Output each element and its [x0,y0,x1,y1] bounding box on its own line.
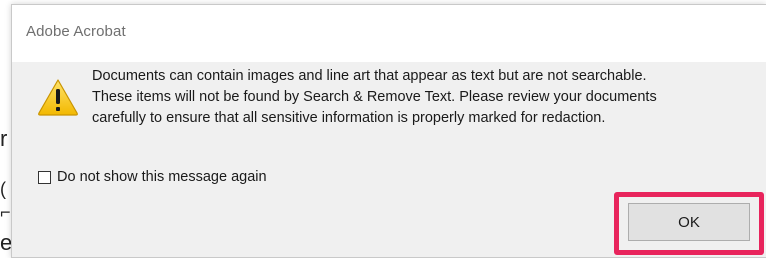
message-line: Documents can contain images and line ar… [92,68,647,84]
dialog-message: Documents can contain images and line ar… [92,66,752,129]
ok-button[interactable]: OK [628,203,750,241]
background-glyph: ⌐ [0,202,11,222]
warning-icon [38,79,78,116]
dont-show-again-label[interactable]: Do not show this message again [57,169,267,185]
alert-dialog: Adobe Acrobat Documents can contain imag… [11,4,766,258]
dialog-titlebar[interactable]: Adobe Acrobat [12,5,766,62]
dont-show-again-checkbox[interactable] [38,170,51,184]
background-glyph: r [0,126,8,151]
screen: r ( ⌐ e Adobe Acrobat Documents can cont… [0,0,766,258]
background-glyph: ( [0,179,6,199]
message-line: These items will not be found by Search … [92,89,657,105]
message-line: carefully to ensure that all sensitive i… [92,110,606,126]
dont-show-again-row[interactable]: Do not show this message again [38,169,267,185]
dialog-title: Adobe Acrobat [26,23,126,40]
